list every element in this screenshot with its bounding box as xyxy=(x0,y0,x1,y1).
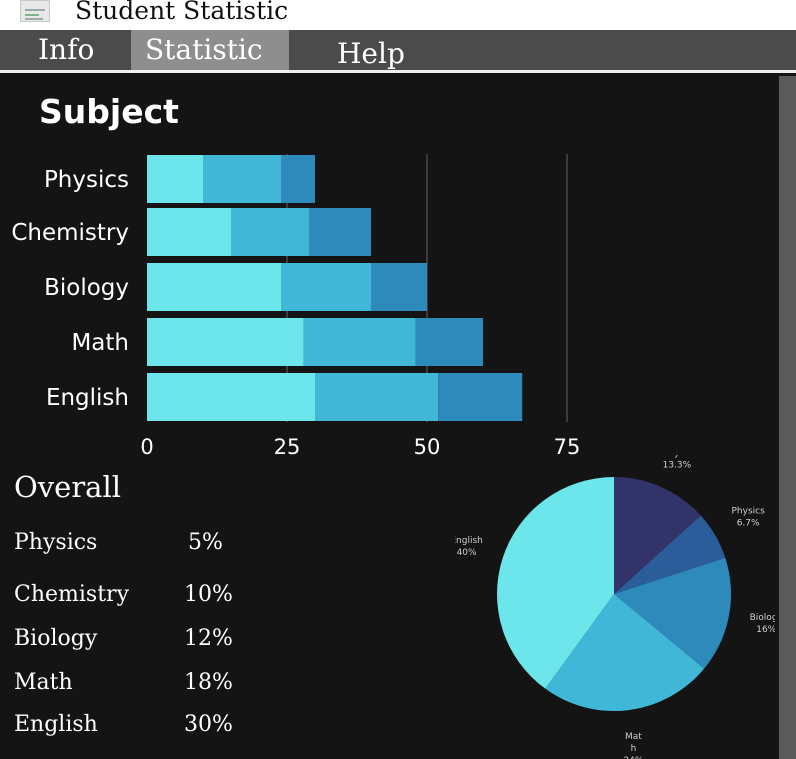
subject-heading: Subject xyxy=(39,92,179,131)
pie-label: English40% xyxy=(455,536,483,558)
bar-segment xyxy=(438,373,523,421)
overall-subject: Math xyxy=(14,670,73,695)
overall-value: 30% xyxy=(184,712,233,737)
x-tick-label: 0 xyxy=(140,435,153,459)
tab-info[interactable]: Info xyxy=(38,30,94,70)
bar-segment xyxy=(415,318,483,366)
bar-segment xyxy=(231,208,310,256)
category-label: Biology xyxy=(44,275,129,301)
subject-bar-chart: PhysicsChemistryBiologyMathEnglish0 25 50 7… xyxy=(11,154,580,459)
overall-row-english: English 30% xyxy=(14,712,274,742)
category-label: English xyxy=(46,385,129,411)
pie-label: Chemistry13.3% xyxy=(657,455,698,470)
overall-row-math: Math 18% xyxy=(14,670,274,700)
title-bar: Student Statistic xyxy=(0,0,796,30)
menu-bar: Info Statistic Help xyxy=(0,30,796,70)
overall-row-chemistry: Chemistry 10% xyxy=(14,582,274,612)
overall-row-physics: Physics 5% xyxy=(14,530,274,560)
vertical-scrollbar[interactable] xyxy=(779,76,796,759)
bar-segment xyxy=(371,263,427,311)
overall-value: 10% xyxy=(184,582,233,607)
overall-subject: Biology xyxy=(14,626,98,651)
overall-value: 18% xyxy=(184,670,233,695)
overall-row-biology: Biology 12% xyxy=(14,626,274,656)
category-label: Math xyxy=(71,330,129,356)
x-tick-label: 50 xyxy=(414,435,441,459)
pie-label: Math24% xyxy=(623,732,643,759)
pie-label: Physics 6.7% xyxy=(732,506,766,528)
menu-divider xyxy=(0,70,796,73)
bar-segment xyxy=(147,155,203,203)
bar-segment xyxy=(281,263,371,311)
bar-segment xyxy=(147,263,282,311)
overall-subject: English xyxy=(14,712,98,737)
window-title: Student Statistic xyxy=(75,0,289,25)
app-icon xyxy=(20,0,50,22)
overall-subject: Chemistry xyxy=(14,582,129,607)
category-label: Chemistry xyxy=(11,220,129,246)
bar-segment xyxy=(147,208,231,256)
x-tick-label: 25 xyxy=(274,435,301,459)
bar-segment xyxy=(303,318,416,366)
overall-heading: Overall xyxy=(14,470,122,504)
pie-label: Biology16% xyxy=(750,613,775,635)
overall-subject: Physics xyxy=(14,530,98,555)
bar-segment xyxy=(147,373,315,421)
tab-statistic[interactable]: Statistic xyxy=(131,30,289,70)
category-label: Physics xyxy=(44,167,129,193)
bar-segment xyxy=(147,318,304,366)
bar-segment xyxy=(309,208,371,256)
bar-segment xyxy=(315,373,439,421)
overall-pie-chart: Chemistry13.3% Physics6.7% Biology16% Math2… xyxy=(455,455,775,759)
tab-help[interactable]: Help xyxy=(337,34,405,74)
bar-segment xyxy=(203,155,282,203)
bar-segment xyxy=(281,155,315,203)
overall-value: 12% xyxy=(184,626,233,651)
overall-value: 5% xyxy=(188,530,223,555)
